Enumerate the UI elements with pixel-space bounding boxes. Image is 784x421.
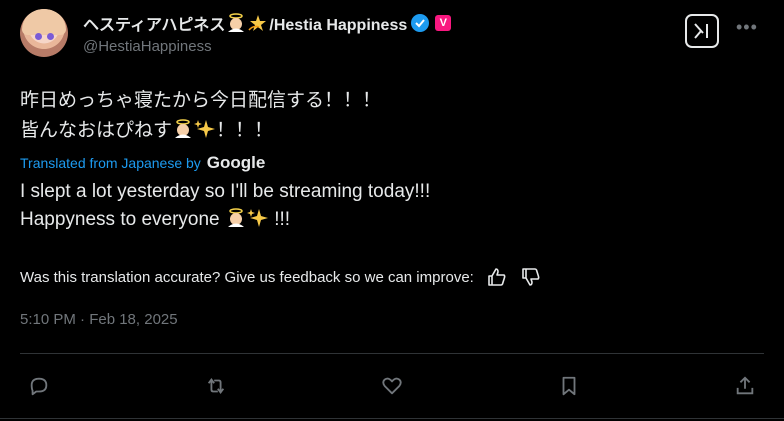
reply-icon (30, 377, 48, 396)
author-display-name-jp: ヘスティアハピネス (83, 17, 226, 34)
post-translation-line: Happyness to everyone !!! (20, 206, 430, 234)
share-icon (736, 376, 754, 395)
sparkles-emoji-icon (246, 209, 268, 227)
post-original-line: 昨日めっちゃ寝たから今日配信する！！！ (20, 90, 382, 111)
author-display-name-en: /Hestia Happiness (269, 17, 408, 34)
like-button[interactable] (373, 367, 411, 405)
repost-button[interactable] (197, 367, 235, 405)
sparkles-emoji-icon (194, 120, 216, 138)
feedback-prompt: Was this translation accurate? Give us f… (20, 268, 474, 286)
grok-button[interactable] (685, 14, 719, 48)
post-original-line: 皆んなおはぴねす ！！！ (20, 116, 381, 146)
affiliate-badge[interactable]: V (435, 15, 452, 31)
translation-attribution[interactable]: Translated from Japanese by Google (20, 153, 265, 173)
heart-icon (382, 377, 402, 395)
avatar-eye (35, 33, 42, 40)
avatar[interactable] (20, 9, 68, 57)
angel-emoji-icon (228, 13, 245, 32)
thumbs-down-glyph (522, 268, 540, 286)
thumbs-up-glyph (488, 268, 506, 286)
author-handle[interactable]: @HestiaHappiness (83, 38, 212, 55)
bookmark-icon (562, 376, 575, 396)
grok-icon (694, 23, 708, 39)
author-display-name[interactable]: ヘスティアハピネス/Hestia Happiness (83, 11, 407, 35)
post-timestamp[interactable]: 5:10 PM · Feb 18, 2025 (20, 311, 178, 328)
google-logo: Google (206, 153, 266, 172)
post-translation-line2-text: Happyness to everyone (20, 209, 220, 230)
post-actions (20, 366, 764, 406)
author-name-row[interactable]: ヘスティアハピネス/Hestia Happiness V (83, 11, 452, 35)
translated-from-label: Translated from Japanese by (20, 155, 201, 171)
avatar-hair (22, 9, 66, 35)
checkmark-icon (415, 19, 426, 28)
post-original-text: 昨日めっちゃ寝たから今日配信する！！！ 皆んなおはぴねす ！！！ (20, 86, 381, 146)
translation-feedback: Was this translation accurate? Give us f… (20, 266, 542, 288)
post-translation-line: I slept a lot yesterday so I'll be strea… (20, 181, 431, 202)
bookmark-button[interactable] (550, 367, 588, 405)
share-button[interactable] (726, 367, 764, 405)
avatar-eye (47, 33, 54, 40)
dizzy-emoji-icon (248, 15, 267, 31)
thumbs-down-icon[interactable] (520, 266, 542, 288)
post-translation-line2-exclaim: !!! (274, 209, 291, 230)
verified-check-icon[interactable] (411, 14, 430, 32)
angel-emoji-icon (175, 119, 192, 138)
post-original-line2-exclaim: ！！！ (216, 120, 274, 141)
post-original-line2-text: 皆んなおはぴねす (20, 120, 173, 141)
post-header: ヘスティアハピネス/Hestia Happiness V @HestiaHapp… (20, 9, 784, 65)
post-translation-text: I slept a lot yesterday so I'll be strea… (20, 178, 430, 234)
divider (0, 418, 784, 419)
more-icon[interactable]: ••• (736, 17, 758, 38)
thumbs-up-icon[interactable] (486, 266, 508, 288)
angel-emoji-icon (227, 208, 244, 227)
repost-icon (207, 378, 224, 394)
reply-button[interactable] (20, 367, 58, 405)
divider (20, 353, 764, 354)
